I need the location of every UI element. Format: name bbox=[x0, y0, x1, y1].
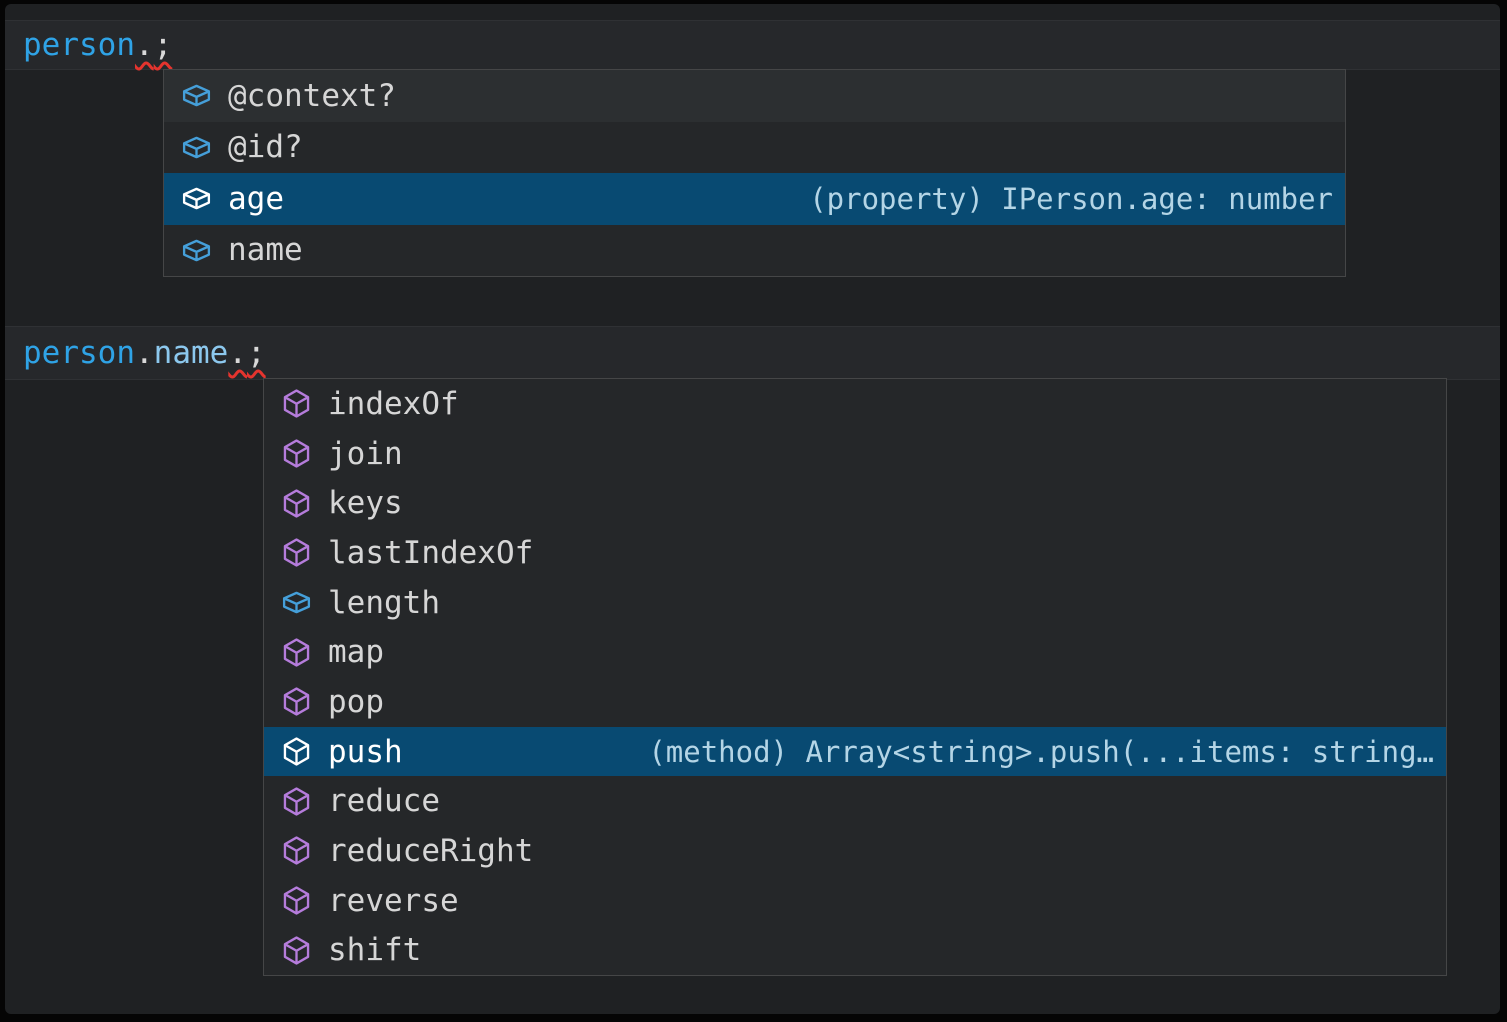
suggest-item-label: shift bbox=[328, 932, 421, 968]
symbol-method-icon bbox=[280, 934, 313, 967]
suggest-item-label: pop bbox=[328, 684, 384, 720]
dot-token-error: . bbox=[228, 335, 247, 371]
suggest-item-label: age bbox=[228, 181, 284, 217]
suggest-item-label: reverse bbox=[328, 883, 459, 919]
symbol-field-icon bbox=[180, 182, 213, 215]
suggest-item-label: lastIndexOf bbox=[328, 535, 533, 571]
suggest-item-label: reduceRight bbox=[328, 833, 533, 869]
symbol-field-icon bbox=[280, 586, 313, 619]
code-line-person-name[interactable]: person.name.; bbox=[5, 326, 1500, 380]
dot-token: . bbox=[135, 335, 154, 371]
suggest-item-length[interactable]: length bbox=[264, 578, 1446, 628]
suggest-item-detail: (method) Array<string>.push(...items: st… bbox=[628, 735, 1434, 769]
suggest-item-context[interactable]: @context? bbox=[164, 70, 1345, 122]
suggest-item-reverse[interactable]: reverse bbox=[264, 876, 1446, 926]
suggest-item-pop[interactable]: pop bbox=[264, 677, 1446, 727]
code-text: person.name.; bbox=[23, 338, 266, 369]
suggest-item-reduceright[interactable]: reduceRight bbox=[264, 826, 1446, 876]
property-token: name bbox=[154, 335, 229, 371]
semicolon-token-error: ; bbox=[154, 27, 173, 63]
symbol-field-icon bbox=[180, 131, 213, 164]
suggest-item-label: push bbox=[328, 734, 403, 770]
symbol-method-icon bbox=[280, 536, 313, 569]
symbol-method-icon bbox=[280, 437, 313, 470]
suggest-item-label: map bbox=[328, 634, 384, 670]
symbol-method-icon bbox=[280, 884, 313, 917]
code-editor[interactable]: person.; person.name.; @context? @id? ag… bbox=[5, 4, 1500, 1014]
suggest-item-push-selected[interactable]: push (method) Array<string>.push(...item… bbox=[264, 727, 1446, 777]
symbol-method-icon bbox=[280, 735, 313, 768]
symbol-method-icon bbox=[280, 834, 313, 867]
variable-token: person bbox=[23, 335, 135, 371]
suggest-widget-person: @context? @id? age (property) IPerson.ag… bbox=[163, 69, 1346, 277]
code-line-person[interactable]: person.; bbox=[5, 20, 1500, 70]
editor-screenshot: person.; person.name.; @context? @id? ag… bbox=[0, 0, 1507, 1022]
suggest-item-id[interactable]: @id? bbox=[164, 122, 1345, 174]
suggest-item-label: keys bbox=[328, 485, 403, 521]
suggest-widget-name: indexOf join keys lastIndexOf length map bbox=[263, 378, 1447, 976]
dot-token-error: . bbox=[135, 27, 154, 63]
suggest-item-keys[interactable]: keys bbox=[264, 478, 1446, 528]
symbol-method-icon bbox=[280, 785, 313, 818]
suggest-item-label: indexOf bbox=[328, 386, 459, 422]
symbol-method-icon bbox=[280, 387, 313, 420]
code-text: person.; bbox=[23, 30, 172, 61]
semicolon-token-error: ; bbox=[247, 335, 266, 371]
symbol-field-icon bbox=[180, 234, 213, 267]
symbol-method-icon bbox=[280, 487, 313, 520]
suggest-item-label: @id? bbox=[228, 129, 303, 165]
suggest-item-age-selected[interactable]: age (property) IPerson.age: number bbox=[164, 173, 1345, 225]
symbol-field-icon bbox=[180, 79, 213, 112]
suggest-item-shift[interactable]: shift bbox=[264, 925, 1446, 975]
suggest-item-label: @context? bbox=[228, 78, 396, 114]
suggest-item-reduce[interactable]: reduce bbox=[264, 776, 1446, 826]
symbol-method-icon bbox=[280, 685, 313, 718]
suggest-item-label: name bbox=[228, 232, 303, 268]
symbol-method-icon bbox=[280, 636, 313, 669]
suggest-item-indexof[interactable]: indexOf bbox=[264, 379, 1446, 429]
suggest-item-lastindexof[interactable]: lastIndexOf bbox=[264, 528, 1446, 578]
suggest-item-name[interactable]: name bbox=[164, 225, 1345, 277]
suggest-item-label: join bbox=[328, 436, 403, 472]
suggest-item-join[interactable]: join bbox=[264, 429, 1446, 479]
suggest-item-label: reduce bbox=[328, 783, 440, 819]
suggest-item-map[interactable]: map bbox=[264, 627, 1446, 677]
suggest-item-label: length bbox=[328, 585, 440, 621]
variable-token: person bbox=[23, 27, 135, 63]
suggest-item-detail: (property) IPerson.age: number bbox=[789, 182, 1333, 216]
